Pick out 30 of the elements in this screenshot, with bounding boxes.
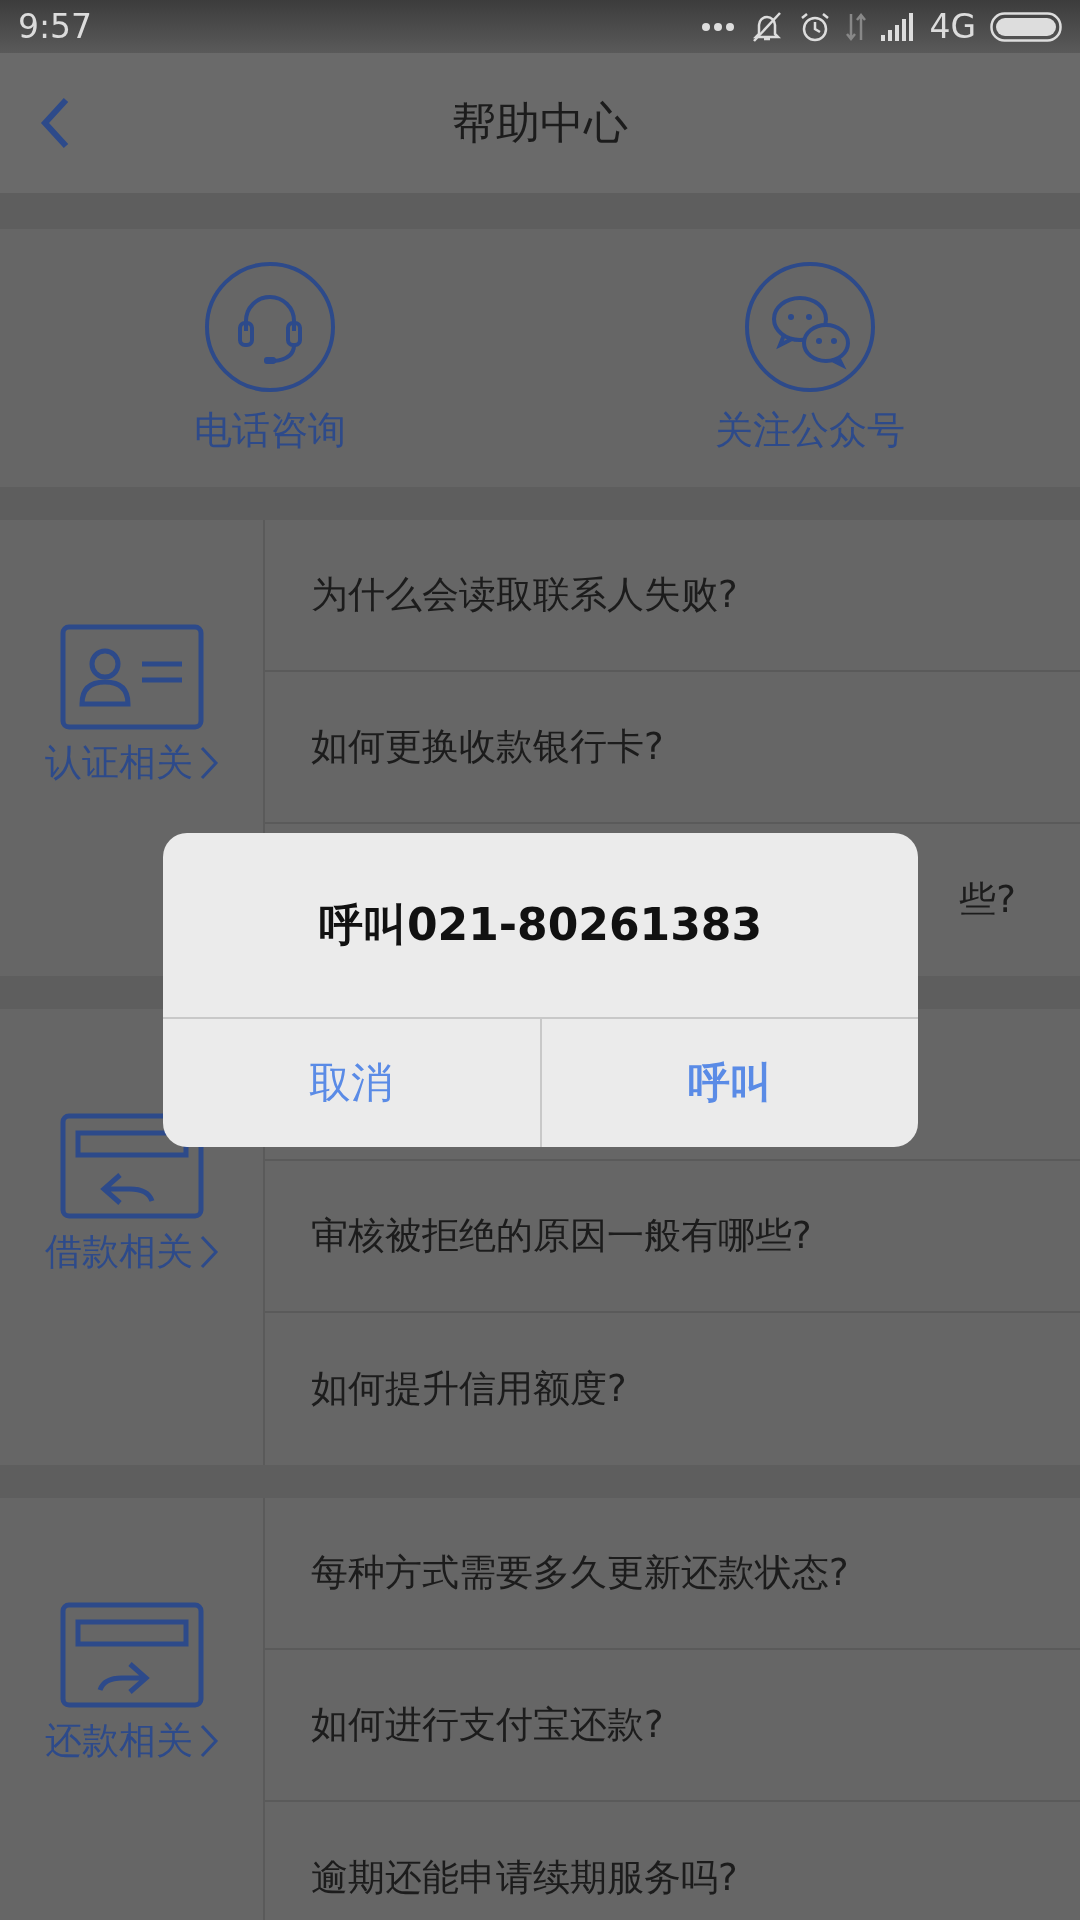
chat-bubbles-icon [744, 260, 876, 393]
question-item[interactable]: 如何更换收款银行卡? [311, 722, 664, 772]
chevron-icon [198, 745, 219, 781]
cancel-button[interactable]: 取消 [163, 1019, 540, 1147]
question-item[interactable]: 如何提升信用额度? [311, 1364, 627, 1414]
chevron-icon [198, 1723, 219, 1759]
status-time: 9:57 [18, 7, 94, 46]
question-item[interactable]: 每种方式需要多久更新还款状态? [311, 1548, 849, 1598]
id-card-icon [59, 624, 204, 730]
question-item[interactable]: 为什么会读取联系人失败? [311, 570, 738, 620]
dialog-title: 呼叫021-80261383 [163, 833, 918, 1019]
follow-account-button[interactable]: 关注公众号 [540, 229, 1080, 487]
question-item[interactable]: 审核被拒绝的原因一般有哪些? [311, 1211, 812, 1261]
category-link[interactable]: 还款相关 [44, 1716, 219, 1766]
chevron-icon [198, 1234, 219, 1270]
headset-icon [204, 260, 336, 393]
signal-icon [881, 12, 916, 41]
category-link[interactable]: 借款相关 [44, 1227, 219, 1277]
question-item[interactable]: 些? [959, 875, 1016, 925]
data-arrows-icon [845, 11, 868, 42]
network-label: 4G [929, 7, 976, 46]
page-title: 帮助中心 [452, 95, 628, 150]
call-button[interactable]: 呼叫 [539, 1019, 918, 1147]
question-item[interactable]: 如何进行支付宝还款? [311, 1700, 664, 1750]
question-item[interactable]: 逾期还能申请续期服务吗? [311, 1853, 738, 1903]
back-icon[interactable] [40, 97, 70, 149]
phone-consult-button[interactable]: 电话咨询 [0, 229, 540, 487]
category-link[interactable]: 认证相关 [44, 738, 219, 788]
more-icon [701, 21, 736, 32]
battery-icon [990, 11, 1062, 42]
